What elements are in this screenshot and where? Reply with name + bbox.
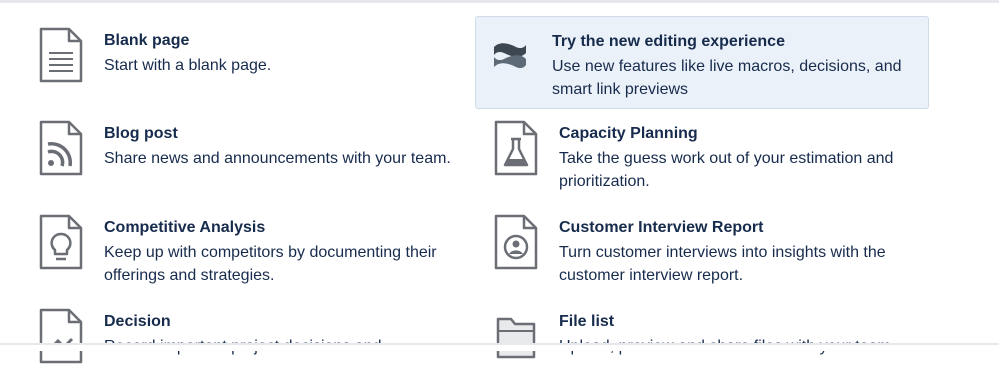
bottom-divider <box>0 343 999 351</box>
flask-icon <box>493 119 539 177</box>
template-blank-page[interactable]: Blank page Start with a blank page. <box>28 16 482 109</box>
rss-icon <box>38 119 84 177</box>
template-description: Start with a blank page. <box>104 57 272 74</box>
template-new-editing-experience[interactable]: Try the new editing experience Use new f… <box>475 16 929 109</box>
template-title: Try the new editing experience <box>552 33 785 50</box>
template-description: Share news and announcements with your t… <box>104 150 451 167</box>
template-title: Blog post <box>104 125 178 142</box>
template-customer-interview-report[interactable]: Customer Interview Report Turn customer … <box>483 203 937 296</box>
template-description: Take the guess work out of your estimati… <box>559 150 894 190</box>
template-title: Capacity Planning <box>559 125 698 142</box>
template-description: Use new features like live macros, decis… <box>552 58 902 98</box>
template-title: File list <box>559 313 615 330</box>
lightbulb-icon <box>38 213 84 271</box>
template-description: Keep up with competitors by documenting … <box>104 244 437 284</box>
template-title: Competitive Analysis <box>104 219 266 236</box>
folder-icon <box>493 307 539 365</box>
template-title: Decision <box>104 313 171 330</box>
blank-page-icon <box>38 26 84 84</box>
template-title: Blank page <box>104 32 190 49</box>
template-description: Turn customer interviews into insights w… <box>559 244 886 284</box>
template-blog-post[interactable]: Blog post Share news and announcements w… <box>28 109 482 202</box>
top-divider <box>0 0 999 3</box>
template-title: Customer Interview Report <box>559 219 764 236</box>
confluence-logo-icon <box>486 27 532 85</box>
decision-icon <box>38 307 84 365</box>
template-competitive-analysis[interactable]: Competitive Analysis Keep up with compet… <box>28 203 482 296</box>
user-avatar-icon <box>493 213 539 271</box>
template-capacity-planning[interactable]: Capacity Planning Take the guess work ou… <box>483 109 937 202</box>
